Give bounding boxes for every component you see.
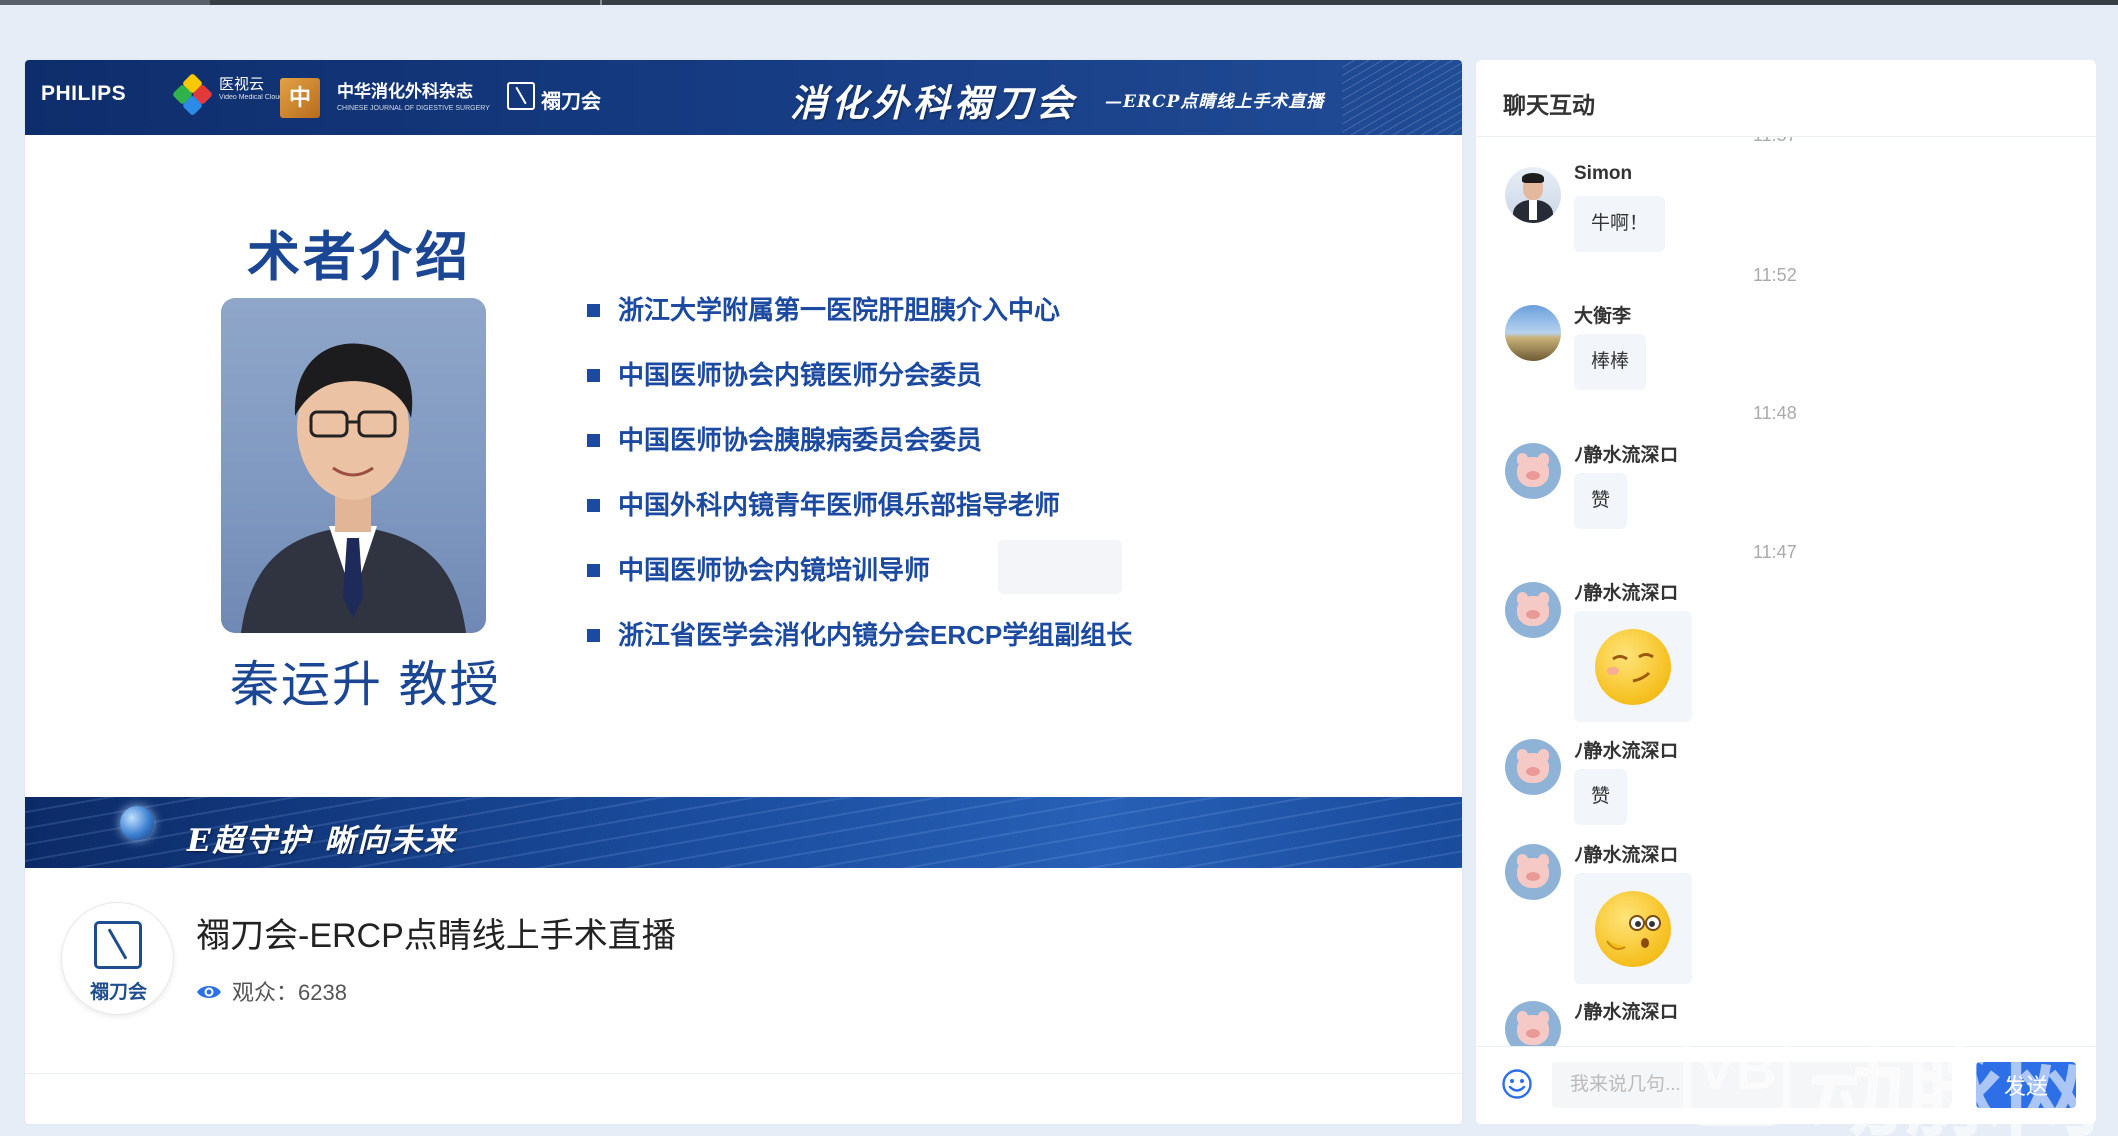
message-bubble — [1574, 611, 1692, 722]
avatar[interactable] — [1505, 739, 1561, 795]
slide-banner-title: 消化外科禤刀会 — [790, 81, 1077, 125]
chat-input-bar: 发送 — [1476, 1046, 2096, 1124]
footer-slogan: E超守护 晰向未来 — [187, 823, 457, 859]
globe-icon — [120, 806, 154, 840]
philips-logo: PHILIPS — [41, 82, 127, 105]
avatar[interactable] — [1505, 167, 1561, 223]
viewer-count: 观众：6238 — [196, 975, 347, 1007]
message-bubble — [1574, 873, 1692, 984]
chat-title: 聊天互动 — [1503, 92, 1595, 118]
presenter-portrait — [221, 298, 486, 633]
live-title: 禤刀会-ERCP点睛线上手术直播 — [196, 917, 676, 955]
credential-item: 浙江大学附属第一医院肝胆胰介入中心 — [581, 292, 1132, 357]
viewer-label: 观众： — [232, 980, 299, 1005]
smirk-emoji-icon — [1595, 629, 1671, 705]
message-sender: ﾉ静水流深ロ — [1574, 1002, 1679, 1023]
cloud-brand-sub: Video Medical Cloud — [219, 94, 284, 101]
chat-panel: 聊天互动 11:57 Simon 牛啊！ 11:52 大衡李 棒棒 11:48 … — [1476, 60, 2096, 1124]
video-player[interactable]: PHILIPS 医视云 Video Medical Cloud 中 中华消化外科… — [25, 60, 1462, 868]
message-time: 11:48 — [1753, 403, 1797, 423]
avatar[interactable] — [1505, 443, 1561, 499]
knife-society-name: 禤刀会 — [541, 91, 601, 113]
cloud-logo-icon — [171, 72, 214, 117]
message-bubble: 棒棒 — [1574, 334, 1647, 390]
journal-name: 中华消化外科杂志 — [337, 82, 473, 102]
channel-logo-text: 禤刀会 — [89, 982, 147, 1003]
viewer-number: 6238 — [298, 980, 347, 1005]
surprised-emoji-icon — [1595, 891, 1671, 967]
message-sender: Simon — [1574, 163, 1633, 184]
slide-header-banner: PHILIPS 医视云 Video Medical Cloud 中 中华消化外科… — [25, 60, 1462, 135]
slide-heading: 术者介绍 — [247, 228, 471, 287]
avatar[interactable] — [1505, 844, 1561, 900]
journal-brand: 中华消化外科杂志 CHINESE JOURNAL OF DIGESTIVE SU… — [337, 77, 490, 112]
presenter-name: 秦运升 教授 — [230, 658, 501, 712]
message-sender: ﾉ静水流深ロ — [1574, 741, 1679, 762]
credential-item: 中国医师协会胰腺病委员会委员 — [581, 422, 1132, 487]
divider — [25, 1073, 1462, 1074]
message-sender: ﾉ静水流深ロ — [1574, 445, 1679, 466]
knife-society-icon — [94, 921, 142, 969]
send-button[interactable]: 发送 — [1976, 1062, 2076, 1108]
message-bubble: 赞 — [1574, 769, 1628, 825]
cloud-brand-name: 医视云 — [219, 76, 265, 93]
message-bubble: 牛啊！ — [1574, 196, 1666, 252]
credential-item: 浙江省医学会消化内镜分会ERCP学组副组长 — [581, 617, 1132, 682]
message-time: 11:57 — [1753, 137, 1797, 146]
knife-society-icon — [507, 82, 535, 110]
chat-input[interactable] — [1552, 1062, 1952, 1108]
message-time: 11:52 — [1753, 265, 1797, 285]
message-sender: 大衡李 — [1574, 306, 1632, 327]
message-bubble: 赞 — [1574, 473, 1628, 529]
channel-logo[interactable]: 禤刀会 — [61, 902, 174, 1015]
emoji-picker-icon[interactable] — [1501, 1068, 1533, 1100]
message-sender: ﾉ静水流深ロ — [1574, 845, 1679, 866]
live-player-panel: PHILIPS 医视云 Video Medical Cloud 中 中华消化外科… — [25, 60, 1462, 1124]
message-sender: ﾉ静水流深ロ — [1574, 583, 1679, 604]
avatar[interactable] — [1505, 582, 1561, 638]
credential-item: 中国医师协会内镜医师分会委员 — [581, 357, 1132, 422]
cloud-brand: 医视云 Video Medical Cloud — [219, 76, 283, 102]
avatar[interactable] — [1505, 1001, 1561, 1046]
journal-sub: CHINESE JOURNAL OF DIGESTIVE SURGERY — [337, 105, 490, 112]
blank-overlay — [998, 540, 1122, 594]
eye-icon — [197, 986, 221, 999]
slide-footer-banner: E超守护 晰向未来 — [25, 797, 1462, 868]
window-top-bar — [0, 0, 2118, 5]
slide-banner-subtitle: —ERCP点睛线上手术直播 — [1105, 92, 1325, 112]
chat-message-list[interactable]: 11:57 Simon 牛啊！ 11:52 大衡李 棒棒 11:48 ﾉ静水流深… — [1476, 137, 2096, 1046]
credentials-list: 浙江大学附属第一医院肝胆胰介入中心 中国医师协会内镜医师分会委员 中国医师协会胰… — [581, 292, 1132, 682]
avatar[interactable] — [1505, 305, 1561, 361]
message-time: 11:47 — [1753, 542, 1797, 562]
journal-seal-icon: 中 — [280, 78, 320, 118]
